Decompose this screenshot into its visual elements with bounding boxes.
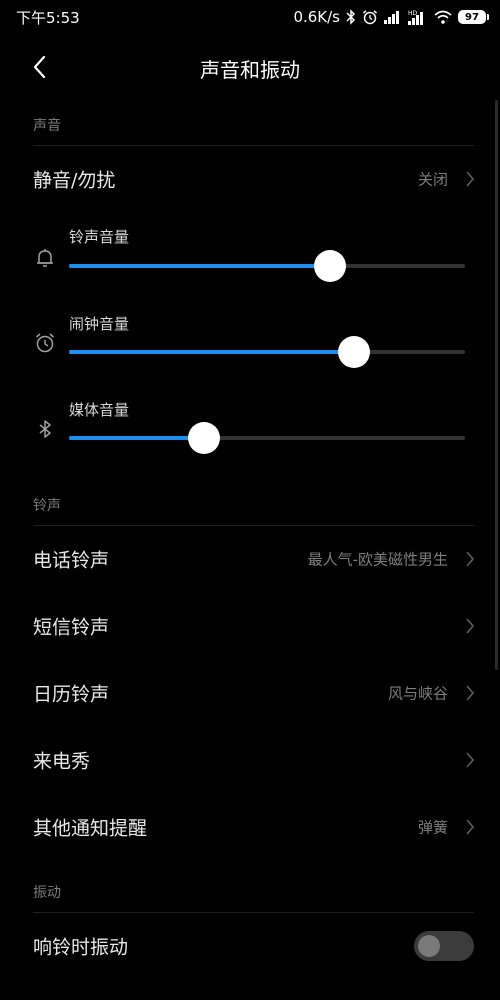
ringtone-volume-slider: 铃声音量	[0, 226, 500, 306]
bell-icon	[37, 249, 53, 267]
alarm-volume-slider: 闹钟音量	[0, 313, 500, 393]
signal-icon	[384, 10, 402, 24]
slider-fill	[69, 350, 355, 354]
other-notification-value: 弹簧	[417, 818, 448, 837]
chevron-right-icon	[466, 618, 475, 634]
calendar-ringtone-value: 风与峡谷	[387, 684, 448, 703]
vibrate-on-ring-toggle[interactable]	[414, 931, 474, 961]
slider-fill	[69, 436, 204, 440]
alarm-clock-icon	[36, 333, 54, 353]
page-title: 声音和振动	[200, 58, 300, 82]
wifi-icon	[434, 10, 452, 24]
header: 声音和振动	[0, 40, 500, 96]
slider-fill	[69, 264, 331, 268]
mute-row[interactable]: 静音/勿扰 关闭	[0, 151, 500, 207]
bluetooth-icon	[346, 9, 356, 25]
calendar-ringtone-label: 日历铃声	[33, 683, 110, 706]
status-bar: 下午5:53 0.6K/s HD 97	[0, 0, 500, 34]
caller-show-row[interactable]: 来电秀	[0, 732, 500, 788]
sound-settings-screen: 下午5:53 0.6K/s HD 97 声音和振动 声音 静音/勿扰 关闭 铃声…	[0, 0, 500, 1000]
divider	[33, 145, 474, 146]
caller-show-label: 来电秀	[33, 750, 91, 773]
slider-track[interactable]	[69, 422, 465, 454]
sms-ringtone-row[interactable]: 短信铃声	[0, 598, 500, 654]
status-time: 下午5:53	[16, 9, 80, 27]
battery-icon: 97	[458, 10, 489, 24]
slider-thumb[interactable]	[314, 250, 347, 282]
other-notification-row[interactable]: 其他通知提醒 弹簧	[0, 799, 500, 855]
chevron-right-icon	[466, 752, 475, 768]
section-sound-title: 声音	[33, 118, 61, 134]
media-volume-slider: 媒体音量	[0, 399, 500, 479]
slider-thumb[interactable]	[338, 336, 371, 368]
calendar-ringtone-row[interactable]: 日历铃声 风与峡谷	[0, 665, 500, 721]
status-icons: 0.6K/s HD 97	[293, 6, 489, 28]
slider-thumb[interactable]	[187, 422, 220, 454]
mute-value: 关闭	[417, 170, 448, 189]
vibrate-on-ring-row[interactable]: 响铃时振动	[0, 918, 500, 974]
ringtone-volume-label: 铃声音量	[69, 228, 130, 246]
other-notification-label: 其他通知提醒	[33, 817, 148, 840]
chevron-right-icon	[466, 685, 475, 701]
alarm-volume-label: 闹钟音量	[69, 315, 130, 333]
hd-signal-icon: HD	[408, 9, 428, 25]
bluetooth-icon	[39, 420, 51, 438]
slider-track[interactable]	[69, 250, 465, 282]
phone-ringtone-label: 电话铃声	[33, 549, 110, 572]
slider-track[interactable]	[69, 336, 465, 368]
media-volume-label: 媒体音量	[69, 401, 130, 419]
mute-label: 静音/勿扰	[33, 169, 116, 192]
section-ringtone-title: 铃声	[33, 498, 61, 514]
phone-ringtone-value: 最人气-欧美磁性男生	[307, 550, 448, 569]
toggle-knob	[418, 935, 440, 957]
divider	[33, 525, 474, 526]
divider	[33, 912, 474, 913]
chevron-right-icon	[466, 551, 475, 567]
alarm-icon	[362, 9, 378, 25]
phone-ringtone-row[interactable]: 电话铃声 最人气-欧美磁性男生	[0, 531, 500, 587]
section-vibration-title: 振动	[33, 885, 61, 901]
sms-ringtone-label: 短信铃声	[33, 616, 110, 639]
chevron-right-icon	[466, 171, 475, 187]
net-speed: 0.6K/s	[293, 8, 340, 26]
chevron-right-icon	[466, 819, 475, 835]
vibrate-on-ring-label: 响铃时振动	[33, 936, 129, 959]
